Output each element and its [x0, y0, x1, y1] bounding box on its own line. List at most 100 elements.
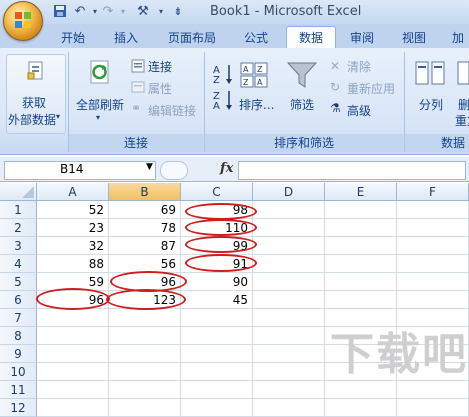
- cell-d5[interactable]: [253, 273, 325, 291]
- cell-f1[interactable]: [397, 201, 469, 219]
- row-header[interactable]: 2: [0, 219, 37, 237]
- cell-a9[interactable]: [37, 345, 109, 363]
- cell-d3[interactable]: [253, 237, 325, 255]
- name-box-dropdown-icon[interactable]: ▼: [146, 162, 153, 172]
- cell-d11[interactable]: [253, 381, 325, 399]
- tools-dropdown-icon[interactable]: ▾: [153, 4, 169, 20]
- cell-d6[interactable]: [253, 291, 325, 309]
- cell-a10[interactable]: [37, 363, 109, 381]
- row-header[interactable]: 8: [0, 327, 37, 345]
- row-header[interactable]: 3: [0, 237, 37, 255]
- edit-links-button[interactable]: 编辑链接: [148, 102, 196, 119]
- column-header-d[interactable]: D: [253, 183, 325, 201]
- cell-f11[interactable]: [397, 381, 469, 399]
- cell-d1[interactable]: [253, 201, 325, 219]
- cell-e4[interactable]: [325, 255, 397, 273]
- cell-f6[interactable]: [397, 291, 469, 309]
- cell-f4[interactable]: [397, 255, 469, 273]
- cell-b10[interactable]: [109, 363, 181, 381]
- cell-a3[interactable]: 32: [37, 237, 109, 255]
- cell-b9[interactable]: [109, 345, 181, 363]
- cell-b1[interactable]: 69: [109, 201, 181, 219]
- cell-c5[interactable]: 90: [181, 273, 253, 291]
- cell-c7[interactable]: [181, 309, 253, 327]
- row-header[interactable]: 12: [0, 399, 37, 417]
- tab-insert[interactable]: 插入: [106, 28, 146, 48]
- refresh-dropdown-icon[interactable]: ▾: [96, 113, 100, 122]
- reapply-button[interactable]: 重新应用: [347, 80, 395, 97]
- cell-c10[interactable]: [181, 363, 253, 381]
- cell-d12[interactable]: [253, 399, 325, 417]
- cell-a1[interactable]: 52: [37, 201, 109, 219]
- cell-f5[interactable]: [397, 273, 469, 291]
- cell-e5[interactable]: [325, 273, 397, 291]
- cell-b2[interactable]: 78: [109, 219, 181, 237]
- tab-page-layout[interactable]: 页面布局: [162, 28, 222, 48]
- cell-a11[interactable]: [37, 381, 109, 399]
- cell-b8[interactable]: [109, 327, 181, 345]
- cell-a7[interactable]: [37, 309, 109, 327]
- undo-icon[interactable]: ↶: [72, 4, 88, 20]
- office-button[interactable]: [3, 1, 43, 41]
- row-header[interactable]: 11: [0, 381, 37, 399]
- cell-d10[interactable]: [253, 363, 325, 381]
- column-header-e[interactable]: E: [325, 183, 397, 201]
- cell-d7[interactable]: [253, 309, 325, 327]
- cell-e6[interactable]: [325, 291, 397, 309]
- advanced-button[interactable]: 高级: [347, 102, 371, 119]
- tools-icon[interactable]: ⚒: [135, 4, 151, 20]
- cell-d8[interactable]: [253, 327, 325, 345]
- cell-c9[interactable]: [181, 345, 253, 363]
- tab-data[interactable]: 数据: [286, 26, 336, 49]
- cell-b11[interactable]: [109, 381, 181, 399]
- remove-duplicates-button-part1[interactable]: 删: [458, 96, 469, 113]
- row-header[interactable]: 5: [0, 273, 37, 291]
- select-all-corner[interactable]: [0, 183, 37, 201]
- row-header[interactable]: 6: [0, 291, 37, 309]
- row-header[interactable]: 1: [0, 201, 37, 219]
- tab-addins[interactable]: 加: [448, 28, 468, 48]
- row-header[interactable]: 4: [0, 255, 37, 273]
- cell-a12[interactable]: [37, 399, 109, 417]
- tab-view[interactable]: 视图: [394, 28, 434, 48]
- redo-icon[interactable]: ↷: [100, 4, 116, 20]
- remove-duplicates-button-part2[interactable]: 重复: [455, 112, 469, 129]
- cell-f12[interactable]: [397, 399, 469, 417]
- clear-button[interactable]: 清除: [347, 58, 371, 75]
- cell-b3[interactable]: 87: [109, 237, 181, 255]
- refresh-all-label[interactable]: 全部刷新: [76, 96, 124, 113]
- cell-e3[interactable]: [325, 237, 397, 255]
- column-header-a[interactable]: A: [37, 183, 109, 201]
- cell-e11[interactable]: [325, 381, 397, 399]
- tab-home[interactable]: 开始: [53, 28, 93, 48]
- filter-button[interactable]: 筛选: [290, 96, 314, 113]
- column-header-f[interactable]: F: [397, 183, 469, 201]
- tab-review[interactable]: 审阅: [342, 28, 382, 48]
- tab-formulas[interactable]: 公式: [236, 28, 276, 48]
- insert-function-icon[interactable]: fx: [220, 161, 233, 176]
- row-header[interactable]: 7: [0, 309, 37, 327]
- sort-button[interactable]: 排序...: [239, 96, 274, 113]
- cell-f2[interactable]: [397, 219, 469, 237]
- text-to-columns-button[interactable]: 分列: [419, 96, 443, 113]
- cell-d2[interactable]: [253, 219, 325, 237]
- row-header[interactable]: 10: [0, 363, 37, 381]
- properties-button[interactable]: 属性: [148, 80, 172, 97]
- cell-a2[interactable]: 23: [37, 219, 109, 237]
- cell-d9[interactable]: [253, 345, 325, 363]
- cell-d4[interactable]: [253, 255, 325, 273]
- connections-button[interactable]: 连接: [148, 58, 172, 75]
- cell-b12[interactable]: [109, 399, 181, 417]
- cell-f3[interactable]: [397, 237, 469, 255]
- column-header-b[interactable]: B: [109, 183, 181, 201]
- column-header-c[interactable]: C: [181, 183, 253, 201]
- cell-c12[interactable]: [181, 399, 253, 417]
- cell-a8[interactable]: [37, 327, 109, 345]
- cell-e12[interactable]: [325, 399, 397, 417]
- cell-e2[interactable]: [325, 219, 397, 237]
- cell-c6[interactable]: 45: [181, 291, 253, 309]
- cell-a4[interactable]: 88: [37, 255, 109, 273]
- customize-qat-icon[interactable]: ⇟: [170, 4, 186, 20]
- redo-dropdown-icon[interactable]: ▾: [115, 4, 131, 20]
- cell-c11[interactable]: [181, 381, 253, 399]
